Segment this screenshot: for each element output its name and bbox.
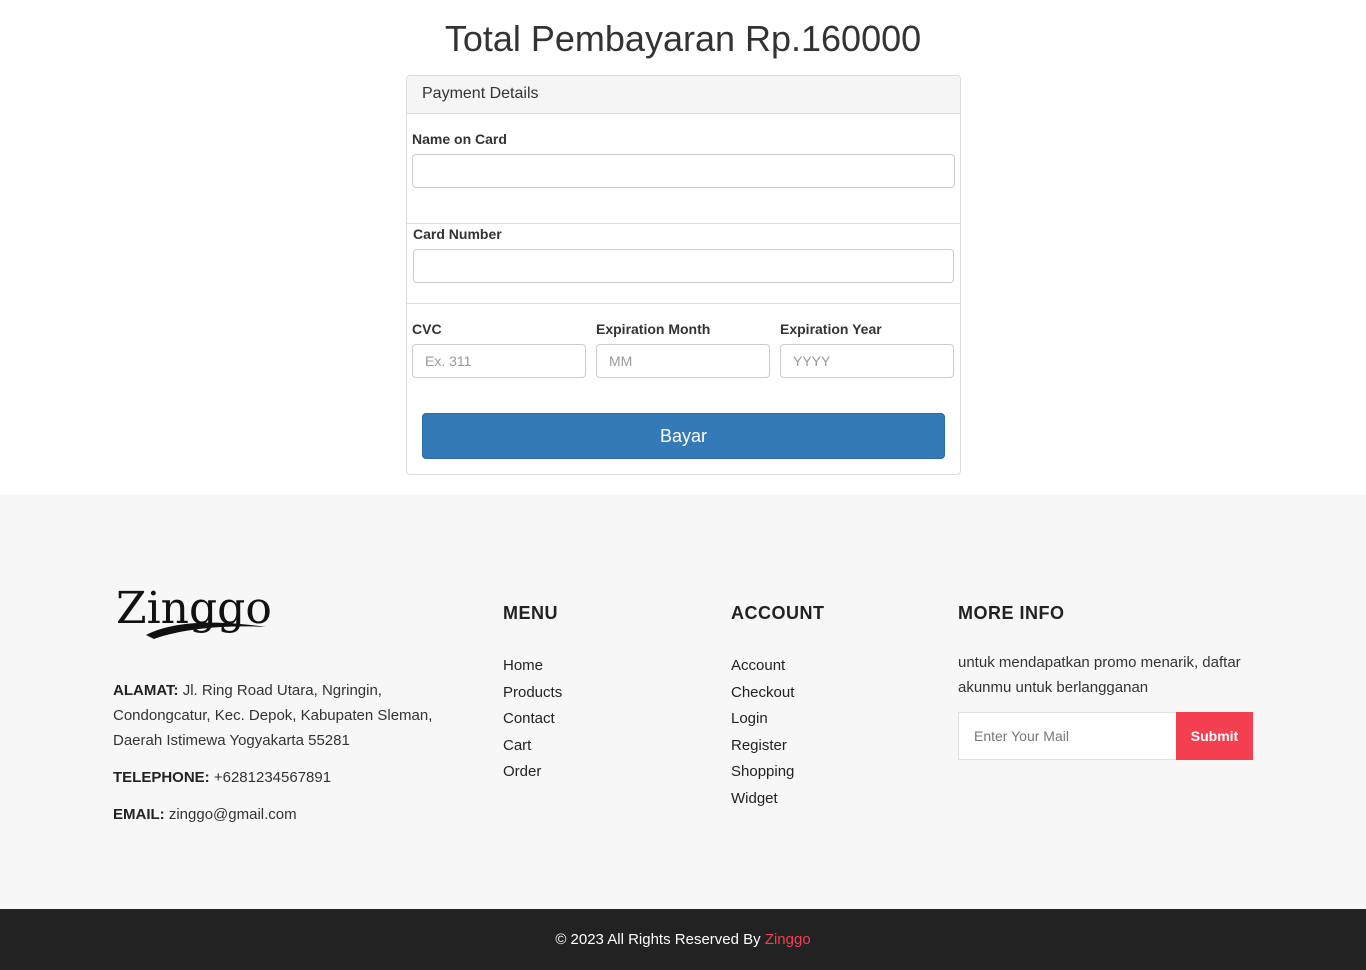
address-line: ALAMAT: Jl. Ring Road Utara, Ngringin, C… — [113, 678, 453, 753]
newsletter-email-input[interactable] — [958, 712, 1176, 760]
account-link-login[interactable]: Login — [731, 706, 794, 733]
email-label: EMAIL: — [113, 806, 165, 823]
menu-title: MENU — [503, 603, 558, 623]
account-link-checkout[interactable]: Checkout — [731, 680, 794, 707]
email-line: EMAIL: zinggo@gmail.com — [113, 802, 453, 827]
copyright-bar: © 2023 All Rights Reserved By Zinggo — [0, 909, 1366, 970]
menu-list: Home Products Contact Cart Order — [503, 653, 562, 786]
account-link-widget[interactable]: Widget — [731, 786, 794, 813]
more-info-title: MORE INFO — [958, 603, 1065, 623]
cvc-label: CVC — [412, 321, 442, 337]
page-title: Total Pembayaran Rp.160000 — [444, 18, 922, 59]
card-number-label: Card Number — [413, 226, 502, 242]
account-title: ACCOUNT — [731, 603, 825, 623]
telephone-value: +6281234567891 — [213, 769, 332, 786]
menu-link-home[interactable]: Home — [503, 653, 562, 680]
email-value: zinggo@gmail.com — [168, 806, 297, 823]
account-link-shopping[interactable]: Shopping — [731, 759, 794, 786]
copyright-text: © 2023 All Rights Reserved By — [555, 931, 761, 948]
expiration-year-input[interactable] — [780, 344, 954, 378]
account-link-register[interactable]: Register — [731, 733, 794, 760]
telephone-line: TELEPHONE: +6281234567891 — [113, 765, 453, 790]
expiration-month-input[interactable] — [596, 344, 770, 378]
address-label: ALAMAT: — [113, 682, 179, 699]
contact-info: ALAMAT: Jl. Ring Road Utara, Ngringin, C… — [113, 678, 453, 839]
footer: Zinggo ALAMAT: Jl. Ring Road Utara, Ngri… — [0, 495, 1366, 909]
more-info-text: untuk mendapatkan promo menarik, daftar … — [958, 654, 1241, 696]
expiration-month-label: Expiration Month — [596, 321, 711, 337]
menu-link-order[interactable]: Order — [503, 759, 562, 786]
name-on-card-label: Name on Card — [412, 131, 507, 147]
menu-link-contact[interactable]: Contact — [503, 706, 562, 733]
cvc-input[interactable] — [412, 344, 586, 378]
payment-panel: Payment Details Name on Card Card Number… — [406, 75, 961, 475]
newsletter-submit-button[interactable]: Submit — [1176, 712, 1253, 760]
name-on-card-input[interactable] — [412, 154, 955, 188]
copyright-brand-link[interactable]: Zinggo — [765, 931, 811, 948]
expiration-year-label: Expiration Year — [780, 321, 882, 337]
menu-link-cart[interactable]: Cart — [503, 733, 562, 760]
account-list: Account Checkout Login Register Shopping… — [731, 653, 794, 812]
panel-heading: Payment Details — [407, 76, 960, 114]
pay-button[interactable]: Bayar — [422, 413, 945, 459]
menu-link-products[interactable]: Products — [503, 680, 562, 707]
account-link-account[interactable]: Account — [731, 653, 794, 680]
zinggo-logo[interactable]: Zinggo — [116, 581, 276, 645]
card-number-input[interactable] — [413, 249, 954, 283]
telephone-label: TELEPHONE: — [113, 769, 210, 786]
card-number-group: Card Number — [407, 223, 960, 304]
